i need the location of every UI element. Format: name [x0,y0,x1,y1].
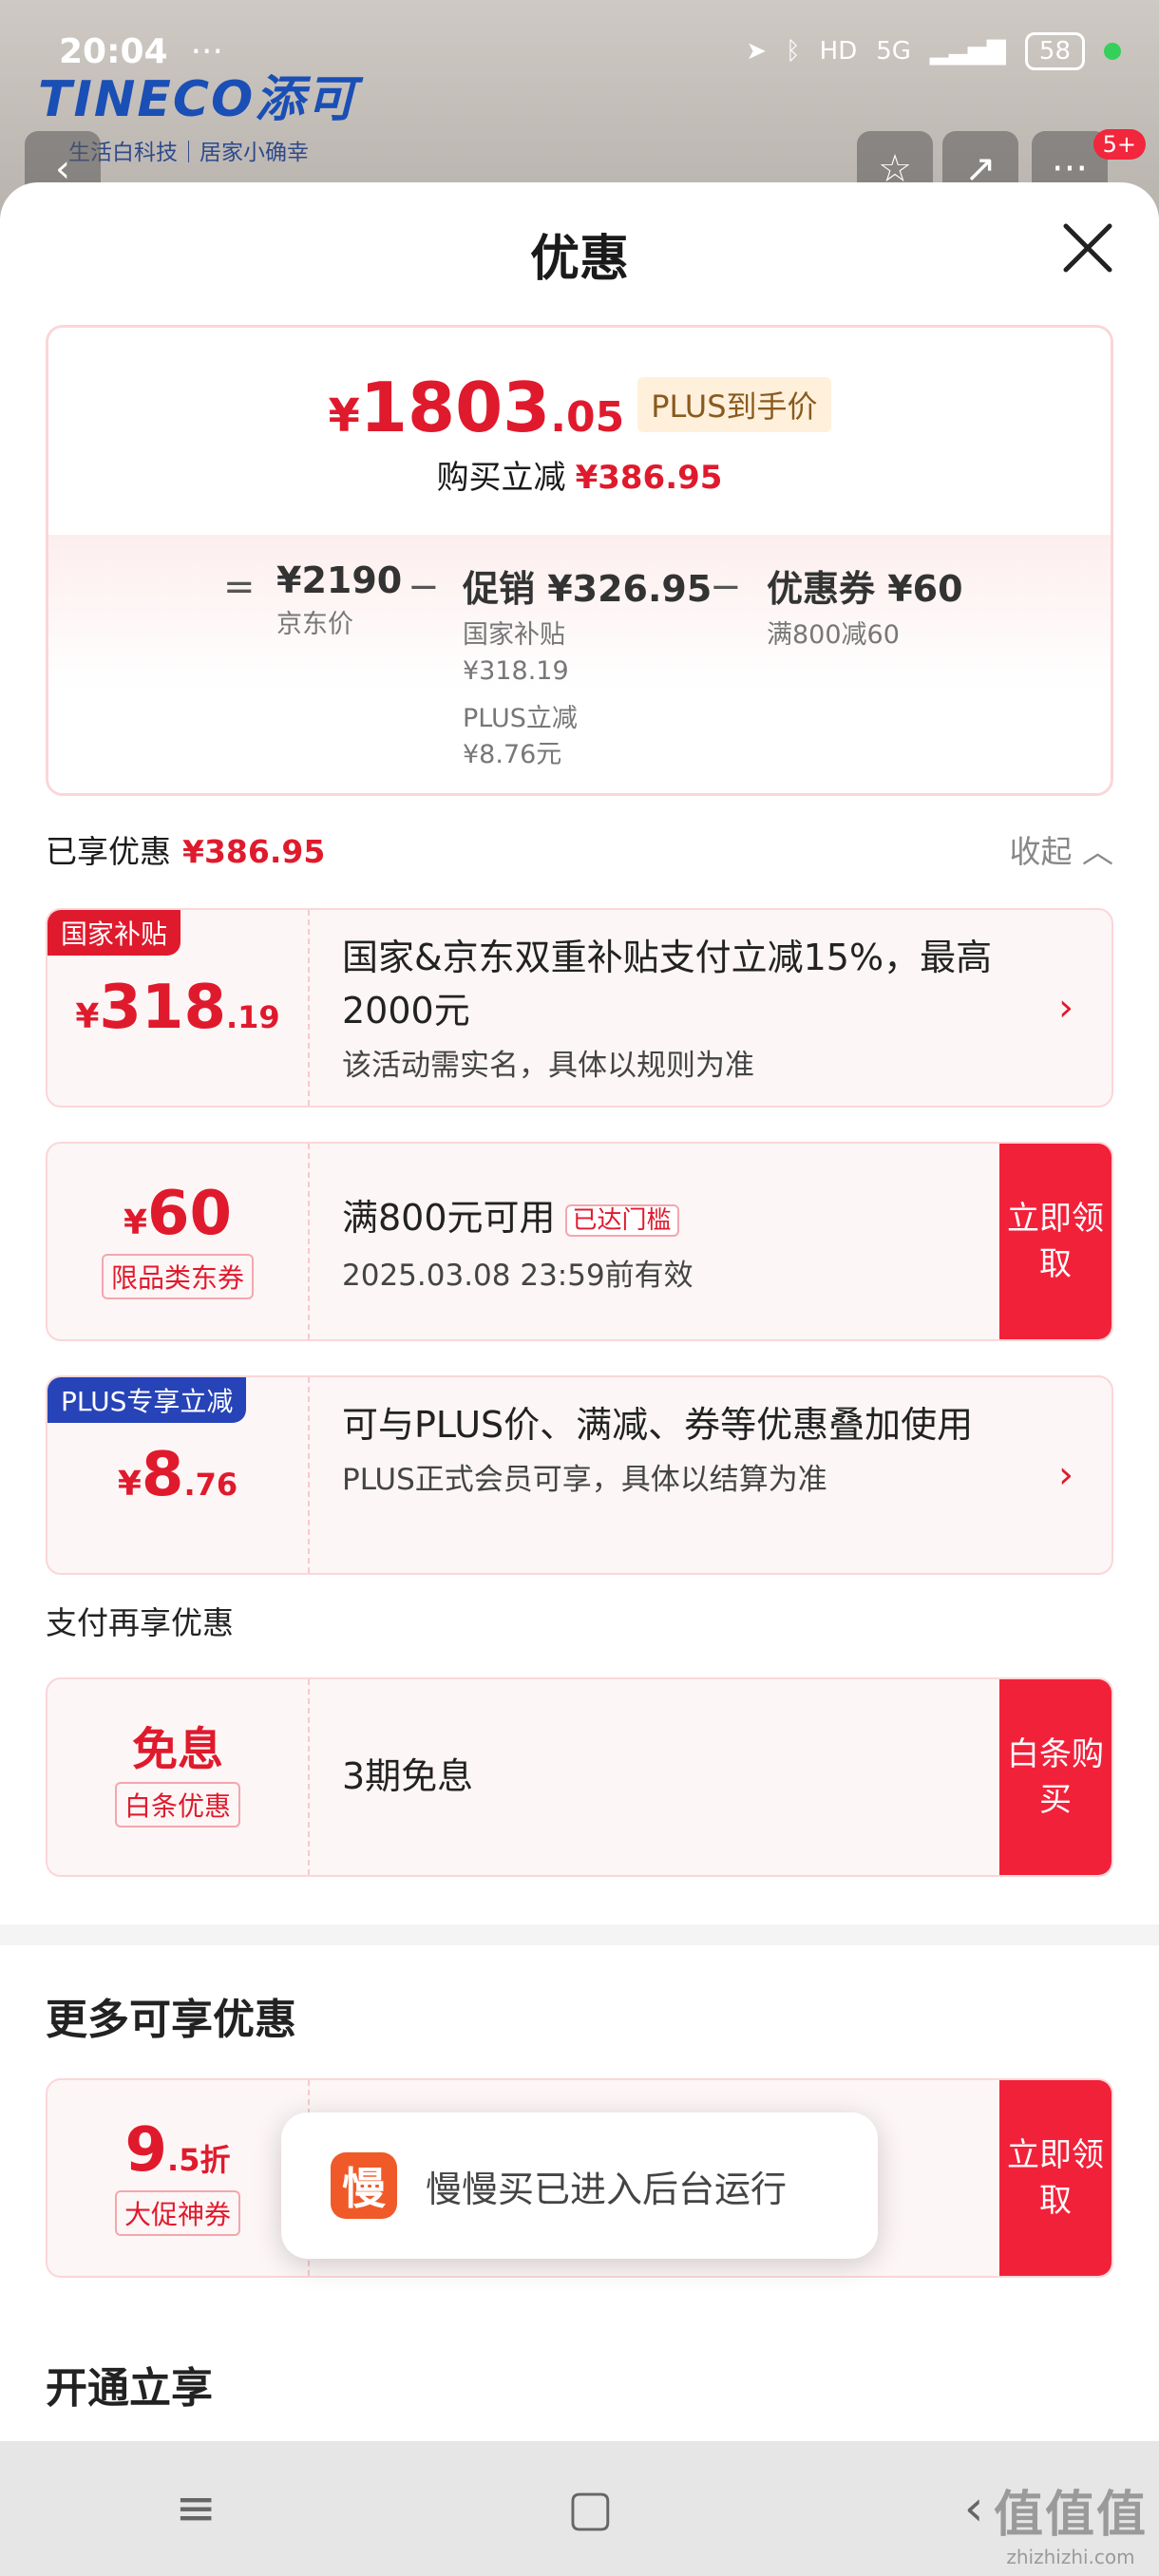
coupon-subtag: 限品类东券 [101,1254,254,1299]
watermark: 值值值 zhizhizhi.com [993,2487,1148,2568]
brand-name: TINECO添可 [38,71,358,128]
threshold-met-badge: 已达门槛 [564,1203,679,1237]
subsidy-desc: 该活动需实名，具体以规则为准 [342,1049,754,1083]
subsidy-amount: ¥318.19 [75,973,280,1043]
system-navbar: ≡ ▢ ‹ [0,2441,1159,2576]
plus-card[interactable]: PLUS专享立减 ¥8.76 可与PLUS价、满减、券等优惠叠加使用 PLUS正… [46,1375,1113,1575]
manmanmai-app-icon: 慢 [331,2152,397,2219]
chevron-right-icon-2[interactable]: › [1058,1453,1074,1497]
enjoyed-discount: 已享优惠 ¥386.95 [46,833,326,870]
promo-subtag: 大促神券 [114,2190,240,2236]
coupon-amount: ¥60 [123,1179,233,1249]
minus-sign-2: − [710,565,742,609]
bluetooth-icon: ᛒ [786,37,801,66]
claim-promo-button[interactable]: 立即领取 [999,2080,1112,2276]
price-summary: ¥1803.05 PLUS到手价 购买立减 ¥386.95 = ¥2190 京东价… [46,325,1113,796]
promo-column: 促销 ¥326.95 国家补贴 ¥318.19 PLUS立减 ¥8.76元 [463,568,712,769]
chevron-right-icon[interactable]: › [1058,986,1074,1030]
brand-slogan: 生活白科技｜居家小确幸 [68,141,309,165]
plus-price-tag: PLUS到手价 [637,377,831,432]
sheet-title: 优惠 [529,231,629,288]
promo-discount: 9.5折 [124,2115,231,2186]
plus-amount: ¥8.76 [117,1440,238,1510]
final-price: ¥1803.05 [328,368,625,447]
coupon-validity: 2025.03.08 23:59前有效 [342,1258,694,1293]
subsidy-card[interactable]: 国家补贴 ¥318.19 国家&京东双重补贴支付立减15%，最高2000元 该活… [46,908,1113,1108]
equals-sign: = [223,565,256,609]
purchase-reduction: 购买立减 ¥386.95 [436,459,723,497]
more-offers-heading: 更多可享优惠 [46,1996,296,2044]
toast-message: 慢慢买已进入后台运行 [426,2168,788,2210]
collapse-button[interactable]: 收起 ︿ [1010,826,1114,872]
privacy-dot-icon [1104,43,1121,60]
section-divider [0,1924,1159,1945]
location-icon: ➤ [746,37,768,66]
coupon-column: 优惠券 ¥60 满800减60 [767,568,963,650]
open-benefits-heading: 开通立享 [46,2364,213,2413]
jd-price-column: ¥2190 京东价 [276,559,403,639]
coupon-title: 满800元可用 已达门槛 [342,1191,988,1247]
plus-desc: PLUS正式会员可享，具体以结算为准 [342,1463,827,1497]
signal-icon: ▂▃▅▇ [929,37,1006,66]
back-nav-icon[interactable]: ‹ [964,2480,984,2537]
baitiao-subtag: 白条优惠 [114,1782,240,1828]
message-badge: 5+ [1092,129,1146,160]
battery-indicator: 58 [1024,32,1085,70]
interest-free-label: 免息 [131,1723,223,1776]
coupon-card: ¥60 限品类东券 满800元可用 已达门槛 2025.03.08 23:59前有… [46,1142,1113,1341]
baitiao-card: 免息 白条优惠 3期免息 白条购买 [46,1677,1113,1877]
subsidy-title: 国家&京东双重补贴支付立减15%，最高2000元 [342,937,993,1032]
minus-sign: − [408,565,440,609]
plus-title: 可与PLUS价、满减、券等优惠叠加使用 [342,1404,974,1446]
network-label: 5G [876,37,911,66]
baitiao-title: 3期免息 [342,1755,474,1797]
home-icon[interactable]: ▢ [567,2480,614,2537]
hd-icon: HD [819,37,858,66]
background-toast: 慢 慢慢买已进入后台运行 [281,2112,878,2259]
claim-coupon-button[interactable]: 立即领取 [999,1144,1112,1339]
pay-more-label: 支付再享优惠 [46,1604,234,1641]
close-icon[interactable] [1060,220,1115,275]
menu-icon[interactable]: ≡ [175,2480,217,2537]
baitiao-buy-button[interactable]: 白条购买 [999,1679,1112,1875]
discount-sheet: 优惠 ¥1803.05 PLUS到手价 购买立减 ¥386.95 = ¥2190 … [0,182,1159,2441]
